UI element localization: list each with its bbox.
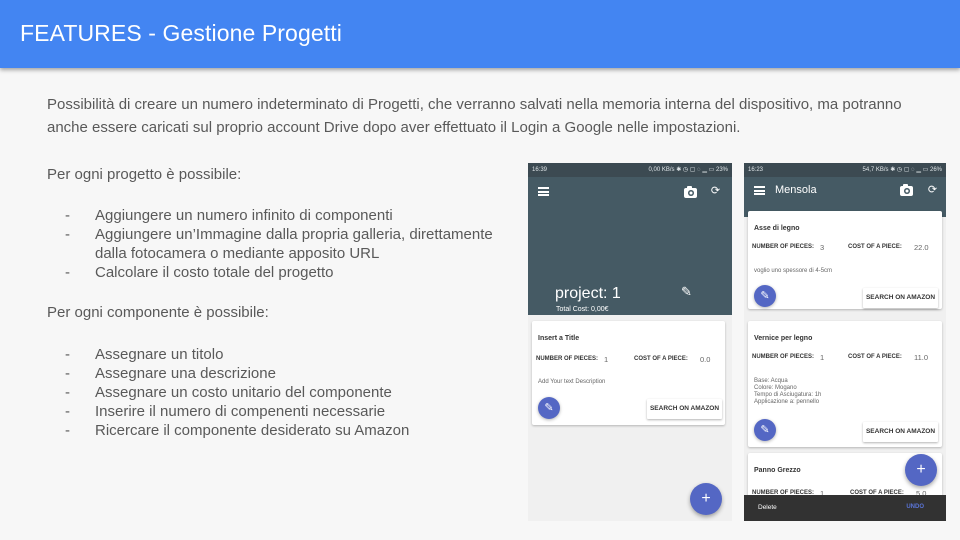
undo-snackbar: Delete UNDO [744,495,946,521]
status-indicators: 0,00 KB/s ✱ ◷ ▢ ◌ ▁ ▭ 23% [648,167,728,173]
camera-icon[interactable] [900,184,913,196]
pieces-label: NUMBER OF PIECES: [536,356,599,362]
card-title[interactable]: Insert a Title [538,335,579,342]
project-heading: Per ogni progetto è possibile: [47,166,242,183]
cost-value[interactable]: 22.0 [914,243,929,252]
plus-icon: + [701,490,711,507]
camera-icon[interactable] [684,186,697,198]
search-amazon-button[interactable]: SEARCH ON AMAZON [863,288,938,308]
pieces-label: NUMBER OF PIECES: [752,244,815,250]
status-time: 16:23 [748,167,764,173]
intro-paragraph: Possibilità di creare un numero indeterm… [47,96,902,136]
pencil-icon: ✎ [760,290,770,302]
pieces-value[interactable]: 1 [604,355,608,364]
search-amazon-button[interactable]: SEARCH ON AMAZON [647,399,722,419]
total-cost: Total Cost: 0,00€ [556,306,609,313]
snackbar-message: Delete [758,504,777,511]
sync-icon[interactable]: ⟳ [927,185,938,196]
project-header: ⟳ project: 1 Total Cost: 0,00€ ✎ [528,177,732,315]
edit-component-button[interactable]: ✎ [538,397,560,419]
card-title[interactable]: Asse di legno [754,225,800,232]
description-line: Colore: Mogano [754,385,797,391]
component-card: Vernice per legno NUMBER OF PIECES: 1 CO… [748,321,942,447]
status-bar: 16:39 0,00 KB/s ✱ ◷ ▢ ◌ ▁ ▭ 23% [528,163,732,177]
slide-header: FEATURES - Gestione Progetti [0,0,960,68]
pieces-value[interactable]: 1 [820,353,824,362]
pieces-label: NUMBER OF PIECES: [752,354,815,360]
list-item: Assegnare un costo unitario del componen… [47,383,527,402]
menu-icon[interactable] [754,186,765,195]
pencil-icon: ✎ [544,402,554,414]
project-title: Mensola [775,184,817,196]
card-title[interactable]: Panno Grezzo [754,467,801,474]
edit-icon[interactable]: ✎ [681,284,692,300]
add-component-button[interactable]: + [690,483,722,515]
menu-icon[interactable] [538,187,549,196]
phone-screenshot-project: 16:39 0,00 KB/s ✱ ◷ ▢ ◌ ▁ ▭ 23% ⟳ projec… [528,163,732,521]
project-name: project: 1 [555,285,621,302]
search-amazon-button[interactable]: SEARCH ON AMAZON [863,422,938,442]
project-features-list: Aggiungere un numero infinito di compone… [47,206,527,282]
card-description[interactable]: voglio uno spessore di 4-5cm [754,268,934,275]
card-title[interactable]: Vernice per legno [754,335,812,342]
list-item: Ricercare il componente desiderato su Am… [47,421,527,440]
slide-title: FEATURES - Gestione Progetti [20,20,342,46]
add-component-button[interactable]: + [905,454,937,486]
list-item: Aggiungere un’Immagine dalla propria gal… [47,225,527,263]
description-line: Applicazione a: pennello [754,399,820,405]
list-item: Assegnare un titolo [47,345,527,364]
cost-label: COST OF A PIECE: [848,354,902,360]
sync-icon[interactable]: ⟳ [710,186,721,197]
description-line: Base: Acqua [754,378,788,384]
list-item: Assegnare una descrizione [47,364,527,383]
card-description[interactable]: Base: Acqua Colore: Mogano Tempo di Asci… [754,378,934,406]
edit-component-button[interactable]: ✎ [754,285,776,307]
card-description[interactable]: Add Your text Description [538,379,718,386]
undo-button[interactable]: UNDO [906,504,924,510]
list-item: Inserire il numero di compenenti necessa… [47,402,527,421]
status-bar: 16:23 54,7 KB/s ✱ ◷ ▢ ◌ ▁ ▭ 26% [744,163,946,177]
pencil-icon: ✎ [760,424,770,436]
component-card: Insert a Title NUMBER OF PIECES: 1 COST … [532,321,725,425]
component-heading: Per ogni componente è possibile: [47,304,269,321]
status-time: 16:39 [532,167,548,173]
cost-value[interactable]: 0.0 [700,355,710,364]
status-indicators: 54,7 KB/s ✱ ◷ ▢ ◌ ▁ ▭ 26% [862,167,942,173]
edit-component-button[interactable]: ✎ [754,419,776,441]
description-line: Tempo di Asciugatura: 1h [754,392,822,398]
pieces-value[interactable]: 3 [820,243,824,252]
list-item: Aggiungere un numero infinito di compone… [47,206,527,225]
plus-icon: + [916,461,926,478]
component-features-list: Assegnare un titolo Assegnare una descri… [47,345,527,440]
component-card: Asse di legno NUMBER OF PIECES: 3 COST O… [748,211,942,309]
list-item: Calcolare il costo totale del progetto [47,263,527,282]
phone-screenshot-mensola: 16:23 54,7 KB/s ✱ ◷ ▢ ◌ ▁ ▭ 26% Mensola … [744,163,946,521]
cost-value[interactable]: 11.0 [914,353,928,362]
cost-label: COST OF A PIECE: [848,244,902,250]
cost-label: COST OF A PIECE: [634,356,688,362]
